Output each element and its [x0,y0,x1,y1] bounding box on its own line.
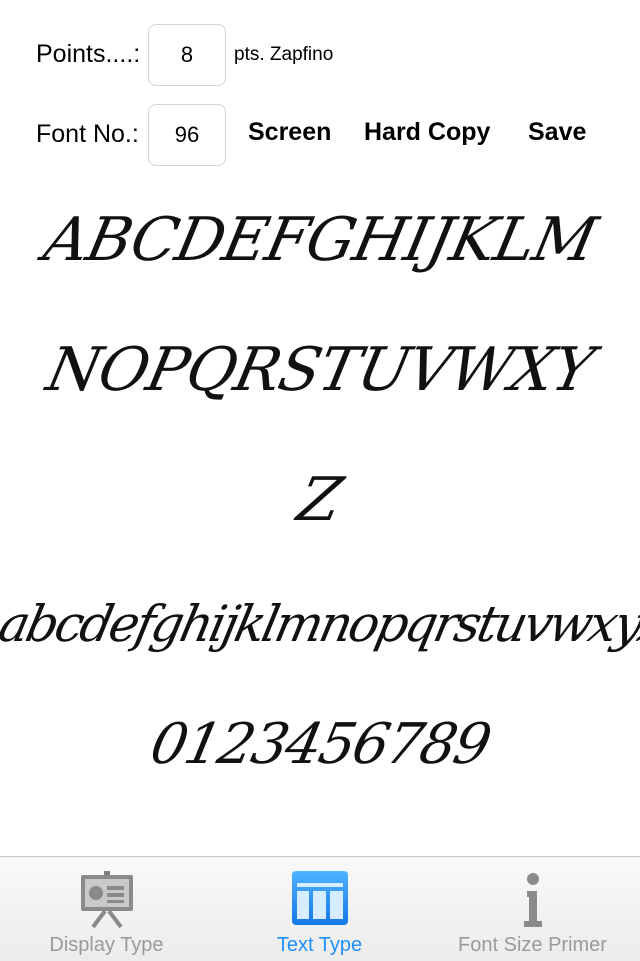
table-icon [291,871,348,930]
info-icon [518,871,548,934]
font-number-row: Font No.: 96 Screen Hard Copy Save [0,100,640,170]
tab-text-type[interactable]: Text Type [213,857,426,961]
specimen-digits: 0123456789 [144,712,496,777]
screen-button[interactable]: Screen [248,118,331,147]
specimen-uppercase-line-3: Z [291,465,349,535]
points-label: Points....: [36,40,141,68]
specimen-uppercase-line-2: NOPQRSTUVWXY [40,335,600,405]
tab-display-type-label: Display Type [49,934,164,956]
tab-bar: Display Type Text Type Font Size Primer [0,856,640,961]
points-unit-label: pts. Zapfino [234,44,334,65]
tab-text-type-label: Text Type [276,934,363,956]
save-button[interactable]: Save [528,118,586,147]
points-input[interactable]: 8 [148,24,226,86]
tab-font-size-primer[interactable]: Font Size Primer [426,857,639,961]
font-number-label: Font No.: [36,120,139,148]
specimen-uppercase-line-1: ABCDEFGHIJKLM [38,205,602,275]
tab-font-size-primer-label: Font Size Primer [458,934,607,956]
presentation-icon [79,871,135,934]
points-row: Points....: 8 pts. Zapfino [0,20,640,90]
tab-display-type[interactable]: Display Type [0,857,213,961]
specimen-lowercase: abcdefghijklmnopqrstuvwxyz [0,595,640,653]
hard-copy-button[interactable]: Hard Copy [364,118,490,147]
font-number-input[interactable]: 96 [148,104,226,166]
